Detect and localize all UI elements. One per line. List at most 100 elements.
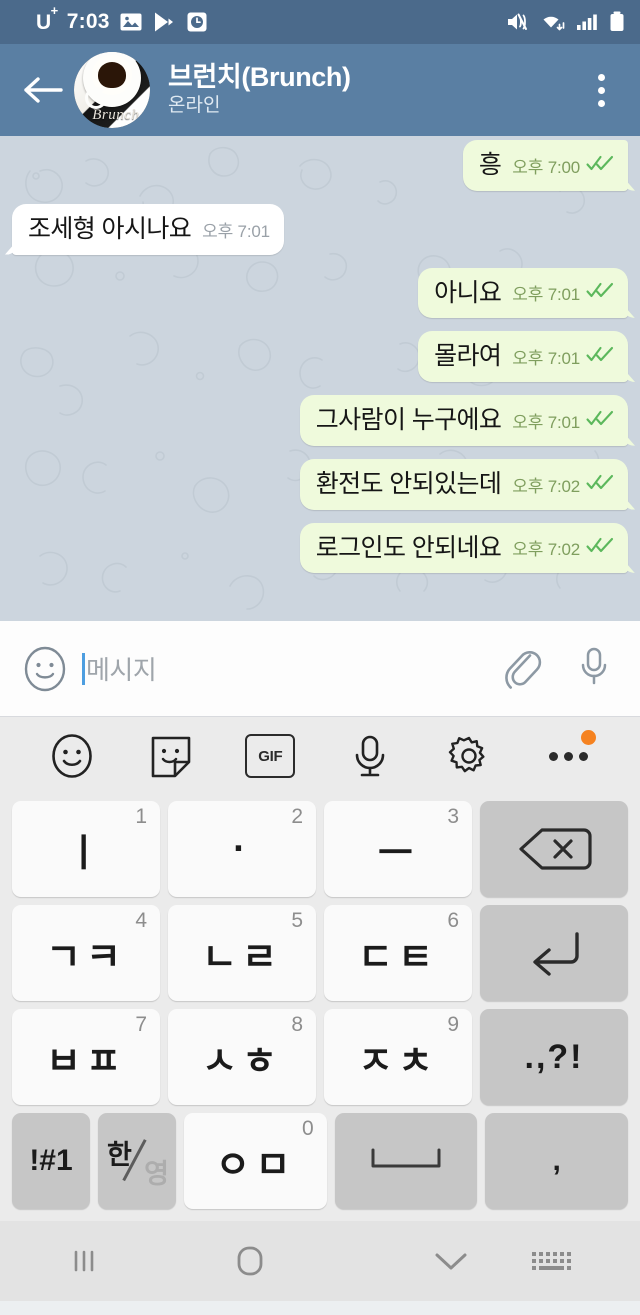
message-input-bar: 메시지 [0,621,640,717]
system-navigation-bar [0,1221,640,1301]
messages-container: 흥 오후 7:00 조세형 아시나요 오후 7:01 아니요 오후 7:01 몰… [12,136,628,574]
message-time: 오후 7:01 [512,349,580,368]
overflow-dot [597,73,605,81]
text-cursor [82,652,85,685]
read-receipt-icon [586,474,614,495]
key-giyeok-kieuk[interactable]: 4 ㄱㅋ [12,905,160,1001]
message-text: 흥 [478,151,502,179]
message-row[interactable]: 흥 오후 7:00 [12,140,628,191]
punctuation-key[interactable]: .,?! [480,1009,628,1105]
keyboard-switch-button[interactable] [516,1252,586,1270]
attach-button[interactable] [500,643,542,694]
message-bubble-outgoing[interactable]: 환전도 안되있는데 오후 7:02 [299,458,628,510]
key-label: ㅇㅁ [215,1144,296,1187]
keyboard-more-button[interactable] [536,724,600,788]
keyboard-emoji-button[interactable] [40,724,104,788]
emoji-button[interactable] [22,646,68,692]
message-time: 오후 7:01 [512,412,580,432]
key-label: ㅂㅍ [46,1040,126,1083]
overflow-dot [597,99,605,107]
message-time: 오후 7:02 [512,540,580,560]
more-options-icon [548,751,588,761]
message-row[interactable]: 아니요 오후 7:01 [12,267,628,319]
enter-key[interactable] [480,905,628,1001]
keyboard-settings-button[interactable] [437,724,501,788]
key-i[interactable]: 1 ㅣ [12,801,160,897]
key-digeut-tieut[interactable]: 6 ㄷㅌ [324,905,472,1001]
status-bar-left: U+ 7:03 [14,3,209,35]
message-bubble-outgoing[interactable]: 아니요 오후 7:01 [418,267,628,319]
message-bubble-outgoing[interactable]: 그사람이 누구에요 오후 7:01 [299,395,628,446]
key-number: 1 [135,805,147,828]
message-bubble-outgoing[interactable]: 흥 오후 7:00 [462,140,628,191]
voice-record-button[interactable] [576,643,612,694]
message-input-field[interactable]: 메시지 [82,650,486,687]
backspace-key[interactable] [480,801,628,897]
key-dot[interactable]: 2 · [168,801,316,897]
symbols-key[interactable]: !#1 [12,1113,90,1209]
keyboard-sticker-button[interactable] [139,724,203,788]
message-time: 오후 7:01 [512,285,580,305]
home-icon [237,1246,263,1276]
play-store-icon [152,10,176,34]
key-bieup-pieup[interactable]: 7 ㅂㅍ [12,1009,160,1105]
message-list[interactable]: 흥 오후 7:00 조세형 아시나요 오후 7:01 아니요 오후 7:01 몰… [0,136,640,621]
key-label: ㄱㅋ [46,936,126,979]
key-jieut-chieut[interactable]: 9 ㅈㅊ [324,1009,472,1105]
message-meta: 오후 7:01 [202,217,270,244]
key-siot-hieut[interactable]: 8 ㅅㅎ [168,1009,316,1105]
keyboard-settings-icon [448,736,485,773]
message-row[interactable]: 조세형 아시나요 오후 7:01 [12,203,628,255]
key-number: 0 [301,1117,314,1140]
keyboard-gif-button[interactable]: GIF [238,724,302,788]
message-row[interactable]: 로그인도 안되네요 오후 7:02 [12,522,628,574]
key-number: 7 [135,1013,147,1036]
mute-vibrate-icon [505,10,531,34]
voice-input-icon [355,735,384,777]
message-bubble-outgoing[interactable]: 몰라여 오후 7:01 [418,331,628,382]
status-bar: U+ 7:03 [0,0,640,44]
message-row[interactable]: 그사람이 누구에요 오후 7:01 [12,395,628,446]
overflow-menu-button[interactable] [578,73,624,107]
key-label: ㄷㅌ [358,936,438,979]
message-bubble-incoming[interactable]: 조세형 아시나요 오후 7:01 [12,203,284,255]
header-text-block: 브런치(Brunch) 온라인 [168,62,578,118]
keyboard-row-1: 1 ㅣ 2 · 3 ㅡ [6,801,634,897]
recents-icon [74,1250,94,1272]
home-button[interactable] [114,1240,386,1282]
key-label: .,?! [524,1037,584,1076]
back-button[interactable] [16,73,70,107]
key-number: 2 [291,805,303,828]
message-text: 몰라여 [434,342,502,371]
read-receipt-icon [586,537,614,558]
input-actions [500,643,618,694]
lang-toggle-graphic: 한 영 [107,1131,169,1191]
key-label: !#1 [29,1144,73,1177]
emoji-icon [51,734,92,778]
key-number: 8 [291,1013,303,1036]
message-bubble-outgoing[interactable]: 로그인도 안되네요 오후 7:02 [299,522,628,574]
keyboard-toolbar: GIF [0,717,640,795]
contact-avatar[interactable]: Brunch [74,52,150,128]
language-toggle-key[interactable]: 한 영 [98,1113,176,1209]
keyboard-row-4: !#1 한 영 0 ㅇㅁ , [6,1113,634,1209]
message-row[interactable]: 환전도 안되있는데 오후 7:02 [12,458,628,510]
enter-icon [533,932,579,976]
dismiss-keyboard-button[interactable] [386,1246,516,1276]
sticker-icon [151,736,191,778]
lang-english-label: 영 [144,1159,169,1189]
key-number: 4 [135,909,147,932]
smiley-icon [24,646,66,691]
comma-key[interactable]: , [485,1113,629,1209]
key-ieung-mieum[interactable]: 0 ㅇㅁ [184,1113,327,1209]
message-meta: 오후 7:01 [512,408,614,435]
space-key[interactable] [334,1113,478,1209]
message-row[interactable]: 몰라여 오후 7:01 [12,331,628,382]
message-text: 아니요 [434,278,502,307]
message-time: 오후 7:00 [512,157,580,177]
recents-button[interactable] [54,1244,114,1278]
notification-badge [581,730,597,745]
key-nieun-rieul[interactable]: 5 ㄴㄹ [168,905,316,1001]
key-eu[interactable]: 3 ㅡ [324,801,472,897]
keyboard-voice-button[interactable] [338,724,402,788]
